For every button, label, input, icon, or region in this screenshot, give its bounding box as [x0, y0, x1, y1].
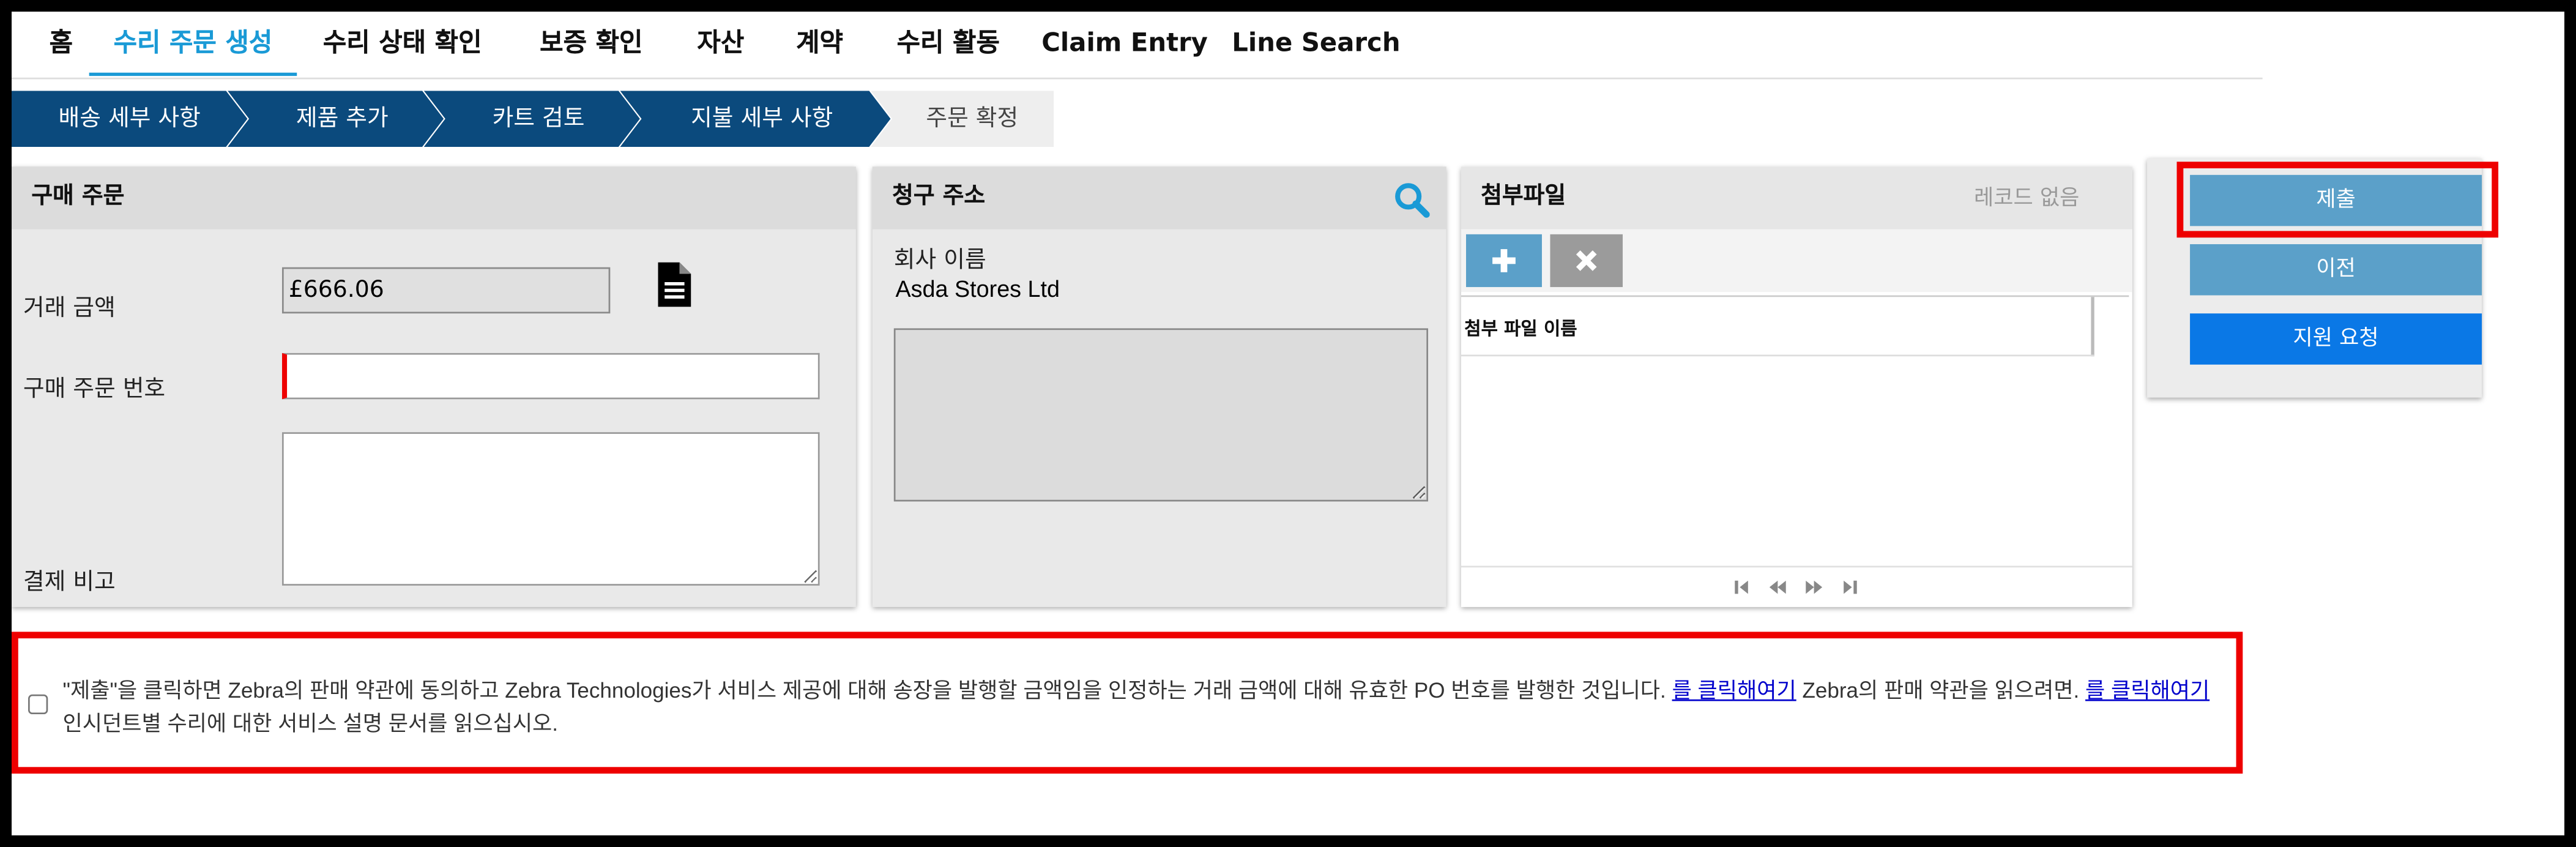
terms-link-sales[interactable]: 를 클릭해여기: [1672, 678, 1796, 703]
tab-repair-status[interactable]: 수리 상태 확인: [317, 21, 488, 76]
tab-home[interactable]: 홈: [38, 21, 84, 76]
attachments-pager: [1461, 565, 2132, 609]
page-frame: 홈 수리 주문 생성 수리 상태 확인 보증 확인 자산 계약 수리 활동 Cl…: [12, 12, 2564, 835]
step-label: 제품 추가: [296, 105, 389, 132]
attachments-table-header: 첨부 파일 이름: [1461, 295, 2129, 357]
tab-create-repair-order[interactable]: 수리 주문 생성: [89, 21, 297, 76]
header-bottom-border: [1461, 354, 2094, 357]
tab-repair-activity[interactable]: 수리 활동: [884, 21, 1013, 76]
terms-text-3: 인시던트별 수리에 대한 서비스 설명 문서를 읽으십시오.: [62, 711, 559, 736]
step-label: 지불 세부 사항: [691, 105, 833, 132]
terms-text-1: "제출"을 클릭하면 Zebra의 판매 약관에 동의하고 Zebra Tech…: [62, 677, 1666, 703]
tab-warranty-check[interactable]: 보증 확인: [528, 21, 655, 76]
last-page-icon[interactable]: [1842, 579, 1858, 595]
terms-link-service-description[interactable]: 를 클릭해여기: [2085, 678, 2209, 703]
support-request-button[interactable]: 지원 요청: [2190, 313, 2482, 365]
submit-highlight-box: [2176, 162, 2499, 238]
attachments-panel: 첨부파일 레코드 없음 첨부 파일 이름: [1461, 166, 2132, 607]
step-order-confirm[interactable]: 주문 확정: [871, 91, 1054, 147]
previous-button[interactable]: 이전: [2190, 244, 2482, 296]
add-attachment-button[interactable]: [1465, 234, 1542, 288]
purchase-order-panel: 구매 주문 거래 금액 £666.06 구매 주문 번호 결제 비고: [12, 166, 856, 607]
document-icon[interactable]: [658, 262, 691, 307]
search-icon[interactable]: [1393, 182, 1430, 218]
address-textarea[interactable]: [893, 328, 1429, 502]
terms-text: "제출"을 클릭하면 Zebra의 판매 약관에 동의하고 Zebra Tech…: [63, 674, 2232, 741]
step-label: 주문 확정: [926, 105, 1019, 132]
step-shipping-details[interactable]: 배송 세부 사항: [12, 91, 248, 147]
delete-attachment-button[interactable]: [1550, 234, 1623, 288]
previous-page-icon[interactable]: [1769, 579, 1786, 595]
plus-icon: [1492, 249, 1516, 272]
amount-label: 거래 금액: [23, 295, 116, 322]
x-icon: [1576, 250, 1597, 271]
purchase-order-title: 구매 주문: [12, 166, 856, 229]
attachments-toolbar: [1461, 229, 2132, 293]
step-label: 배송 세부 사항: [58, 105, 201, 132]
page-content: 홈 수리 주문 생성 수리 상태 확인 보증 확인 자산 계약 수리 활동 Cl…: [12, 12, 2564, 830]
tab-contracts[interactable]: 계약: [787, 21, 853, 76]
billing-address-title: 청구 주소: [872, 166, 1446, 229]
company-name-label: 회사 이름: [893, 247, 986, 274]
main-nav: 홈 수리 주문 생성 수리 상태 확인 보증 확인 자산 계약 수리 활동 Cl…: [12, 21, 2263, 80]
billing-address-panel: 청구 주소 회사 이름 Asda Stores Ltd: [872, 166, 1446, 607]
next-page-icon[interactable]: [1806, 579, 1823, 595]
terms-checkbox[interactable]: [28, 694, 48, 715]
po-number-input[interactable]: [281, 353, 820, 400]
step-payment-details[interactable]: 지불 세부 사항: [620, 91, 891, 147]
step-label: 카트 검토: [492, 105, 585, 132]
company-name-value: Asda Stores Ltd: [895, 275, 1060, 302]
tab-assets[interactable]: 자산: [688, 21, 754, 76]
first-page-icon[interactable]: [1733, 579, 1750, 595]
column-resizer[interactable]: [2091, 297, 2094, 357]
tab-line-search[interactable]: Line Search: [1232, 21, 1400, 76]
column-attachment-name: 첨부 파일 이름: [1464, 318, 1577, 340]
payment-note-label: 결제 비고: [23, 569, 116, 596]
po-number-label: 구매 주문 번호: [23, 376, 166, 403]
record-status: 레코드 없음: [1974, 186, 2080, 212]
terms-text-2: Zebra의 판매 약관을 읽으려면.: [1802, 677, 2080, 703]
checkout-steps: 배송 세부 사항 제품 추가 카트 검토 지불 세부 사항 주문 확정: [12, 91, 1067, 147]
step-cart-review[interactable]: 카트 검토: [423, 91, 640, 147]
amount-field: £666.06: [281, 267, 611, 314]
step-add-product[interactable]: 제품 추가: [228, 91, 444, 147]
tab-claim-entry[interactable]: Claim Entry: [1041, 21, 1209, 76]
payment-note-textarea[interactable]: [281, 432, 820, 586]
